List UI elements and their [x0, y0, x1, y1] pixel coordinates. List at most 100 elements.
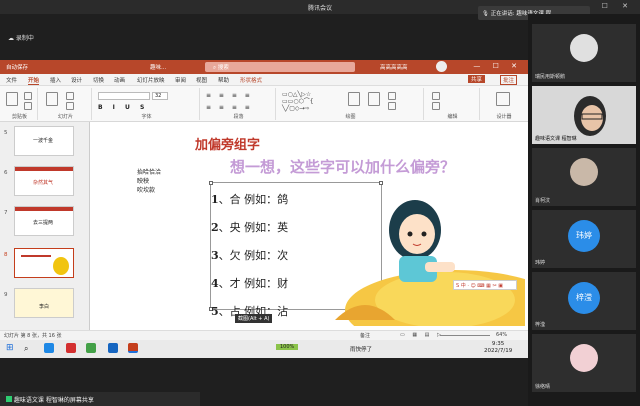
paste-icon[interactable] — [6, 92, 18, 106]
ppt-statusbar: 幻灯片 第 8 张，共 16 张 备注 ▭ ▦ ▤ ▷ 64% — [0, 330, 528, 340]
copy-icon[interactable] — [24, 102, 32, 110]
girl-illustration — [335, 200, 525, 326]
slide-thumb-5[interactable]: 一波千金 — [14, 126, 74, 156]
ribbon-group-slides: 幻灯片 — [40, 88, 92, 120]
ribbon-group-clipboard: 剪贴板 — [2, 88, 38, 120]
screen-share-banner: 趣味语文课 程智琳的屏幕共享 — [0, 392, 200, 406]
font-style-buttons[interactable]: B I U S — [98, 104, 148, 111]
ribbon-group-editing: 编辑 — [426, 88, 480, 120]
new-slide-icon[interactable] — [46, 92, 58, 106]
view-buttons[interactable]: ▭ ▦ ▤ ▷ — [400, 332, 444, 338]
shapes-gallery[interactable]: ▭○△╲▷☆ ▭▭○⬡⌒{╲╱▢◇→⇨ — [282, 91, 342, 112]
share-icon — [6, 396, 12, 402]
participant-tile[interactable]: 梓滢 梓滢 — [532, 272, 636, 330]
designer-icon[interactable] — [496, 92, 510, 106]
ime-toolbar[interactable]: S 中 · ☺ ⌨ ▦ ✂ ▣ — [453, 280, 517, 290]
microphone-icon: 🎙 — [482, 11, 489, 17]
list-item: 3、欠 例如：次 — [211, 249, 289, 262]
office-icon[interactable] — [66, 343, 76, 353]
tab-design[interactable]: 设计 — [71, 76, 82, 84]
user-name: 高高高高高 — [380, 65, 408, 71]
ppt-titlebar: 自动保存 趣味... ⌕ 搜索 高高高高高 — ☐ ✕ — [0, 60, 528, 74]
align-icon[interactable]: ≡ ≡ ≡ ≡ — [206, 104, 253, 111]
avatar — [570, 34, 598, 62]
ribbon-group-designer: 设计器 — [482, 88, 526, 120]
start-icon[interactable]: ⊞ — [6, 343, 14, 353]
slide-question: 想一想，这些字可以加什么偏旁？ — [230, 158, 456, 176]
recording-indicator[interactable]: ☁ 录制中 — [8, 33, 34, 42]
slide-thumb-8[interactable] — [14, 248, 74, 278]
avatar[interactable] — [436, 61, 447, 72]
app-icon[interactable] — [86, 343, 96, 353]
avatar — [570, 344, 598, 372]
edge-icon[interactable] — [44, 343, 54, 353]
powerpoint-window: 自动保存 趣味... ⌕ 搜索 高高高高高 — ☐ ✕ 文件 开始 插入 设计 … — [0, 60, 528, 340]
list-item: 4、才 例如：财 — [211, 277, 289, 290]
participant-tile[interactable]: 瑞民用斯顿鹅 — [532, 24, 636, 82]
clock[interactable]: 9:35 2022/7/19 — [484, 341, 512, 355]
slide-counter: 幻灯片 第 8 张，共 16 张 — [4, 333, 62, 339]
reset-icon[interactable] — [66, 102, 74, 110]
share-button[interactable]: 共享 — [468, 75, 486, 83]
zoom-slider[interactable] — [440, 335, 490, 336]
participant-tile-video[interactable]: 趣味语文课 程智琳 — [532, 86, 636, 144]
cloud-icon: ☁ — [8, 35, 14, 42]
slide-thumb-9[interactable]: 李白 — [14, 288, 74, 318]
search-input[interactable]: ⌕ 搜索 — [205, 62, 355, 72]
avatar-badge: 玮婷 — [568, 220, 600, 252]
autosave-toggle[interactable]: 自动保存 — [6, 63, 28, 71]
find-icon[interactable] — [432, 92, 440, 100]
search-taskbar-icon[interactable]: ⌕ — [24, 344, 28, 354]
slide-title: 加偏旁组字 — [195, 138, 261, 153]
powerpoint-icon[interactable] — [128, 343, 138, 353]
tab-shape-format[interactable]: 形状格式 — [240, 76, 262, 84]
tab-view[interactable]: 视图 — [196, 76, 207, 84]
tab-review[interactable]: 审阅 — [175, 76, 186, 84]
participant-tile[interactable]: 玮婷 玮婷 — [532, 210, 636, 268]
list-icon[interactable]: ≡ ≡ ≡ ≡ — [206, 92, 253, 99]
item-list: 1、合 例如：鸽 2、央 例如：英 3、欠 例如：次 4、才 例如：财 5、占 … — [211, 186, 288, 326]
slide-thumb-6[interactable]: 杂然其气 — [14, 166, 74, 196]
participant-tile[interactable]: 徐络晴 — [532, 334, 636, 392]
ppt-window-controls[interactable]: — ☐ ✕ — [473, 62, 522, 70]
file-name: 趣味... — [150, 65, 167, 71]
participant-tile[interactable]: 肖柯汶 — [532, 148, 636, 206]
tab-animations[interactable]: 动画 — [114, 76, 125, 84]
ribbon: 剪贴板 幻灯片 32 B I U S 字体 ≡ ≡ ≡ ≡ ≡ ≡ ≡ ≡ 段落… — [0, 86, 528, 122]
font-name-select[interactable] — [98, 92, 150, 100]
slide-notes: 抬哈恰洽 映秧 吹坎款 — [137, 169, 162, 194]
tab-home[interactable]: 开始 — [28, 76, 40, 85]
tab-file[interactable]: 文件 — [6, 76, 17, 84]
slide-thumbnails: 5 一波千金 6 杂然其气 7 去三提两 8 9 李白 — [0, 122, 90, 330]
list-item: 2、央 例如：英 — [211, 221, 289, 234]
tab-transitions[interactable]: 切换 — [93, 76, 104, 84]
slide-canvas[interactable]: 加偏旁组字 想一想，这些字可以加什么偏旁？ 抬哈恰洽 映秧 吹坎款 1、合 例如… — [95, 130, 525, 326]
ribbon-group-drawing: ▭○△╲▷☆ ▭▭○⬡⌒{╲╱▢◇→⇨ 绘图 — [278, 88, 424, 120]
cut-icon[interactable] — [24, 92, 32, 100]
weather-text[interactable]: 雨快停了 — [350, 345, 372, 353]
participants-panel: 瑞民用斯顿鹅 趣味语文课 程智琳 肖柯汶 玮婷 玮婷 梓滢 梓滢 徐络晴 — [528, 14, 640, 406]
comment-button[interactable]: 批注 — [500, 75, 518, 85]
meeting-toolbar-area — [0, 14, 528, 60]
quick-styles-icon[interactable] — [368, 92, 380, 106]
slide-thumb-7[interactable]: 去三提两 — [14, 206, 74, 236]
meeting-app-icon[interactable] — [108, 343, 118, 353]
font-size-select[interactable]: 32 — [152, 92, 168, 100]
layout-icon[interactable] — [66, 92, 74, 100]
tab-slideshow[interactable]: 幻灯片放映 — [137, 76, 165, 84]
shape-outline-icon[interactable] — [388, 102, 396, 110]
replace-icon[interactable] — [432, 102, 440, 110]
list-item: 1、合 例如：鸽 — [211, 193, 289, 206]
ppt-menu-tabs: 文件 开始 插入 设计 切换 动画 幻灯片放映 审阅 视图 帮助 形状格式 共享… — [0, 74, 528, 86]
battery-indicator: 100% — [276, 344, 299, 350]
avatar-badge: 梓滢 — [568, 282, 600, 314]
windows-taskbar: ⊞ ⌕ 100% 雨快停了 9:35 2022/7/19 — [0, 340, 528, 358]
arrange-icon[interactable] — [348, 92, 360, 106]
tab-help[interactable]: 帮助 — [218, 76, 229, 84]
ribbon-group-paragraph: ≡ ≡ ≡ ≡ ≡ ≡ ≡ ≡ 段落 — [202, 88, 276, 120]
tab-insert[interactable]: 插入 — [50, 76, 61, 84]
zoom-level[interactable]: 64% — [496, 332, 507, 338]
shape-fill-icon[interactable] — [388, 92, 396, 100]
notes-button[interactable]: 备注 — [360, 332, 370, 339]
ribbon-group-font: 32 B I U S 字体 — [94, 88, 200, 120]
